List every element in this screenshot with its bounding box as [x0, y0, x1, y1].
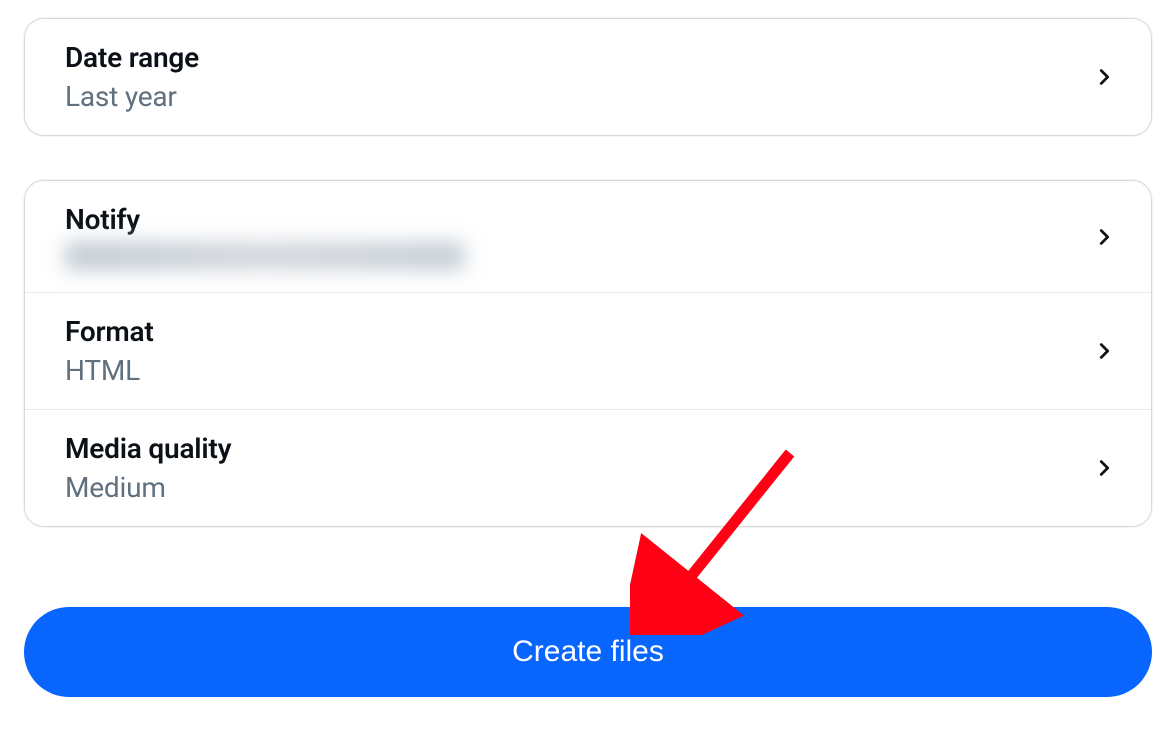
chevron-right-icon — [1093, 226, 1115, 248]
chevron-right-icon — [1093, 340, 1115, 362]
media-quality-text: Media quality Medium — [65, 432, 231, 504]
format-row[interactable]: Format HTML — [25, 292, 1151, 409]
date-range-card: Date range Last year — [24, 18, 1152, 136]
format-value: HTML — [65, 354, 154, 387]
media-quality-row[interactable]: Media quality Medium — [25, 409, 1151, 526]
chevron-right-icon — [1093, 66, 1115, 88]
date-range-label: Date range — [65, 41, 199, 74]
chevron-right-icon — [1093, 457, 1115, 479]
options-card: Notify Format HTML Media quality Medium — [24, 180, 1152, 527]
notify-text: Notify — [65, 203, 465, 270]
format-label: Format — [65, 315, 154, 348]
media-quality-value: Medium — [65, 471, 231, 504]
format-text: Format HTML — [65, 315, 154, 387]
media-quality-label: Media quality — [65, 432, 231, 465]
date-range-text: Date range Last year — [65, 41, 199, 113]
notify-label: Notify — [65, 203, 465, 236]
notify-row[interactable]: Notify — [25, 181, 1151, 292]
create-files-button[interactable]: Create files — [24, 607, 1152, 697]
date-range-value: Last year — [65, 80, 199, 113]
notify-value — [65, 242, 465, 270]
date-range-row[interactable]: Date range Last year — [25, 19, 1151, 135]
